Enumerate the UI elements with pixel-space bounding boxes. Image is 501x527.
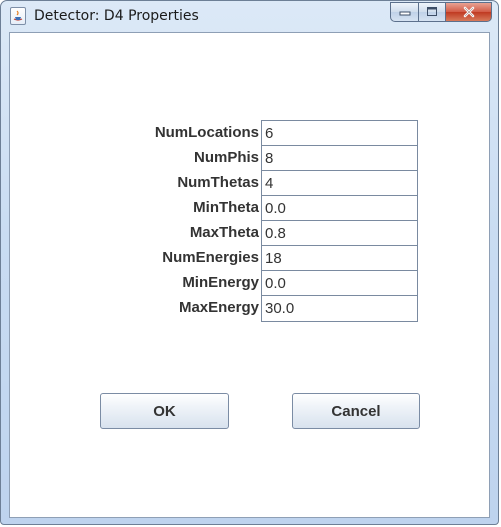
- numlocations-field[interactable]: 6: [261, 120, 418, 147]
- close-button[interactable]: [445, 2, 492, 22]
- form-row-numlocations: NumLocations 6: [10, 120, 489, 147]
- dialog-content: NumLocations 6 NumPhis 8 NumThetas 4 MinTheta 0…: [9, 32, 490, 518]
- maxtheta-field[interactable]: 0.8: [261, 220, 418, 247]
- cancel-button[interactable]: Cancel: [292, 393, 420, 429]
- mintheta-label: MinTheta: [193, 199, 259, 216]
- form-row-mintheta: MinTheta 0.0: [10, 195, 489, 222]
- form-row-numenergies: NumEnergies 18: [10, 245, 489, 272]
- numphis-field[interactable]: 8: [261, 145, 418, 172]
- ok-button[interactable]: OK: [100, 393, 229, 429]
- numenergies-label: NumEnergies: [162, 249, 259, 266]
- maximize-button[interactable]: [418, 2, 445, 22]
- java-app-icon: [10, 7, 26, 25]
- numlocations-label: NumLocations: [154, 124, 259, 141]
- window-title: Detector: D4 Properties: [34, 8, 199, 24]
- minimize-button[interactable]: [390, 2, 418, 22]
- form-row-numphis: NumPhis 8: [10, 145, 489, 172]
- numthetas-field[interactable]: 4: [261, 170, 418, 197]
- numphis-label: NumPhis: [193, 149, 259, 166]
- dialog-window: Detector: D4 Properties NumLocations 6 N…: [0, 0, 499, 525]
- minenergy-label: MinEnergy: [182, 274, 259, 291]
- minimize-icon: [399, 11, 410, 16]
- mintheta-field[interactable]: 0.0: [261, 195, 418, 222]
- maximize-icon: [427, 7, 437, 16]
- numenergies-field[interactable]: 18: [261, 245, 418, 272]
- caption-buttons: [390, 2, 492, 22]
- maxenergy-label: MaxEnergy: [178, 299, 259, 316]
- maxenergy-field[interactable]: 30.0: [261, 295, 418, 322]
- form-row-maxtheta: MaxTheta 0.8: [10, 220, 489, 247]
- form-row-maxenergy: MaxEnergy 30.0: [10, 295, 489, 322]
- close-icon: [463, 6, 474, 18]
- minenergy-field[interactable]: 0.0: [261, 270, 418, 297]
- form-row-minenergy: MinEnergy 0.0: [10, 270, 489, 297]
- maxtheta-label: MaxTheta: [189, 224, 259, 241]
- numthetas-label: NumThetas: [177, 174, 259, 191]
- form-row-numthetas: NumThetas 4: [10, 170, 489, 197]
- title-bar[interactable]: Detector: D4 Properties: [1, 1, 498, 33]
